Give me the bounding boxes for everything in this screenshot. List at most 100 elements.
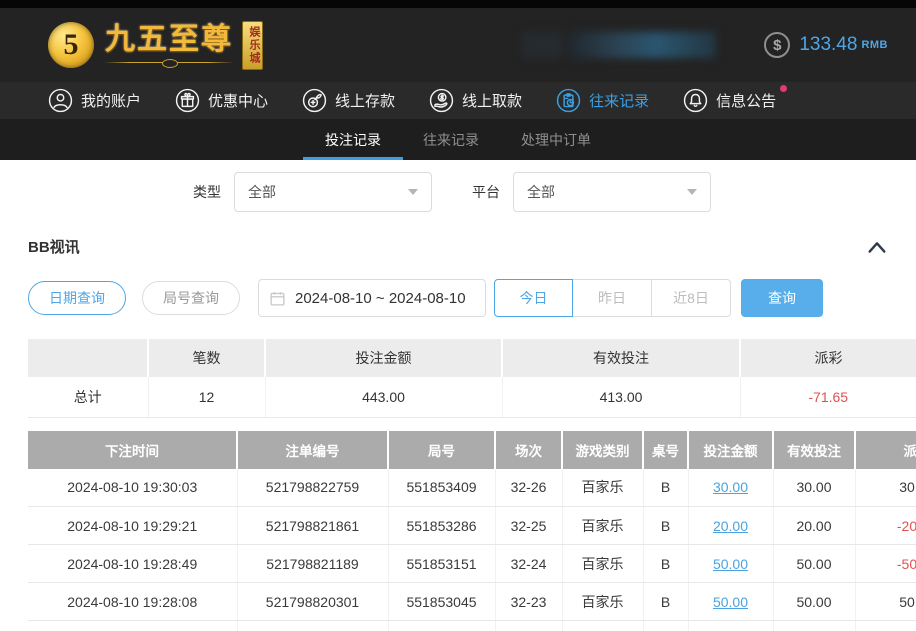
tab-label: 往来记录	[423, 130, 479, 150]
date-range-input[interactable]: 2024-08-10 ~ 2024-08-10	[258, 279, 486, 317]
censored-avatar	[522, 32, 564, 58]
balance-currency: RMB	[861, 39, 888, 51]
records-cell: 百家乐	[562, 469, 643, 507]
nav-item-announcements[interactable]: 信息公告	[683, 88, 776, 113]
records-header-cell: 注单编号	[237, 431, 388, 469]
records-cell: 551853409	[388, 469, 495, 507]
summary-cell: 12	[148, 377, 265, 417]
records-header-cell: 桌号	[643, 431, 688, 469]
records-cell: 百家乐	[562, 583, 643, 621]
nav-item-my-account[interactable]: 我的账户	[48, 88, 141, 113]
nav-item-deposit[interactable]: 线上存款	[302, 88, 395, 113]
page: 5 九五至尊 娱乐城 $ 133.48 RMB 我的账户	[0, 0, 916, 631]
records-cell: 百家乐	[562, 545, 643, 583]
records-cell: -50.00	[855, 545, 916, 583]
withdraw-icon	[429, 88, 454, 113]
records-cell: 59.85	[855, 621, 916, 631]
nav-label: 我的账户	[81, 90, 141, 111]
query-row: 日期查询 局号查询 2024-08-10 ~ 2024-08-10 今日 昨日 …	[28, 279, 916, 317]
date-query-tab[interactable]: 日期查询	[28, 281, 126, 315]
records-cell: 20.00	[773, 507, 855, 545]
nav-label: 信息公告	[716, 90, 776, 111]
bet-amount-link[interactable]: 50.00	[688, 545, 773, 583]
user-icon	[48, 88, 73, 113]
records-cell: 50.00	[773, 545, 855, 583]
balance-amount: 133.48	[799, 34, 857, 56]
records-cell: B	[643, 469, 688, 507]
nav-label: 线上取款	[462, 90, 522, 111]
tab-bet-records[interactable]: 投注记录	[321, 119, 385, 160]
nav-item-withdraw[interactable]: 线上取款	[429, 88, 522, 113]
summary-table: 笔数投注金额有效投注派彩 总计12443.00413.00-71.65	[28, 339, 916, 418]
chevron-up-icon	[866, 239, 888, 255]
today-button[interactable]: 今日	[494, 279, 573, 317]
records-cell: 551853151	[388, 545, 495, 583]
records-cell: 551852937	[388, 621, 495, 631]
summary-cell: -71.65	[740, 377, 916, 417]
records-cell: 32-25	[495, 507, 562, 545]
bet-amount-link[interactable]: 20.00	[688, 507, 773, 545]
records-cell: B	[643, 507, 688, 545]
table-row: 2024-08-10 19:29:21521798821861551853286…	[28, 507, 916, 545]
brand-sub-badge: 娱乐城	[242, 21, 263, 70]
bet-amount-link[interactable]: 63.00	[688, 621, 773, 631]
summary-cell: 443.00	[265, 377, 502, 417]
summary-total-row: 总计12443.00413.00-71.65	[28, 377, 916, 417]
records-header-cell: 派彩	[855, 431, 916, 469]
nav-label: 优惠中心	[208, 90, 268, 111]
records-cell: 30.00	[773, 469, 855, 507]
platform-select[interactable]: 全部	[513, 172, 711, 212]
nav-item-transaction-records[interactable]: 往来记录	[556, 88, 649, 113]
last-8-days-button[interactable]: 近8日	[652, 279, 731, 317]
tab-pending-orders[interactable]: 处理中订单	[517, 119, 595, 160]
records-icon	[556, 88, 581, 113]
collapse-section-button[interactable]	[866, 239, 888, 255]
main-nav: 我的账户 优惠中心 线上存款 线上取款	[0, 82, 916, 119]
records-cell: 32-22	[495, 621, 562, 631]
top-strip	[0, 0, 916, 8]
records-cell: 50.00	[773, 583, 855, 621]
table-row: 2024-08-10 19:28:08521798820301551853045…	[28, 583, 916, 621]
chevron-down-icon	[408, 189, 418, 195]
records-cell: 521798820301	[237, 583, 388, 621]
records-cell: 32-23	[495, 583, 562, 621]
type-select[interactable]: 全部	[234, 172, 432, 212]
account-area: $ 133.48 RMB	[522, 32, 888, 58]
logo-mark-icon: 5	[48, 22, 94, 68]
notification-dot	[780, 85, 787, 92]
summary-cell: 总计	[28, 377, 148, 417]
filter-row: 类型 全部 平台 全部	[193, 172, 916, 212]
summary-header-cell	[28, 339, 148, 377]
round-query-tab[interactable]: 局号查询	[142, 281, 240, 315]
records-header-cell: 游戏类别	[562, 431, 643, 469]
type-filter-label: 类型	[193, 182, 221, 202]
records-cell: 63.00	[773, 621, 855, 631]
subtab-bar: 投注记录 往来记录 处理中订单	[0, 119, 916, 160]
platform-filter-label: 平台	[472, 182, 500, 202]
site-logo[interactable]: 5 九五至尊 娱乐城	[48, 21, 263, 70]
table-row: 2024-08-10 19:30:03521798822759551853409…	[28, 469, 916, 507]
summary-header-cell: 有效投注	[502, 339, 740, 377]
summary-header-cell: 投注金额	[265, 339, 502, 377]
tab-label: 投注记录	[325, 130, 381, 150]
records-header-row: 下注时间注单编号局号场次游戏类别桌号投注金额有效投注派彩	[28, 431, 916, 469]
records-cell: 2024-08-10 19:29:21	[28, 507, 237, 545]
nav-item-promotions[interactable]: 优惠中心	[175, 88, 268, 113]
records-cell: 百家乐	[562, 507, 643, 545]
search-button[interactable]: 查询	[741, 279, 823, 317]
table-row: 2024-08-10 19:27:29521798819438551852937…	[28, 621, 916, 631]
records-header-cell: 下注时间	[28, 431, 237, 469]
yesterday-button[interactable]: 昨日	[573, 279, 652, 317]
tab-transaction-records[interactable]: 往来记录	[419, 119, 483, 160]
summary-header-cell: 派彩	[740, 339, 916, 377]
records-cell: 2024-08-10 19:30:03	[28, 469, 237, 507]
records-cell: -20.00	[855, 507, 916, 545]
records-cell: 32-26	[495, 469, 562, 507]
bet-amount-link[interactable]: 30.00	[688, 469, 773, 507]
records-cell: B	[643, 545, 688, 583]
deposit-icon	[302, 88, 327, 113]
bet-amount-link[interactable]: 50.00	[688, 583, 773, 621]
records-cell: 521798821861	[237, 507, 388, 545]
records-cell: 2024-08-10 19:27:29	[28, 621, 237, 631]
records-cell: 百家乐	[562, 621, 643, 631]
